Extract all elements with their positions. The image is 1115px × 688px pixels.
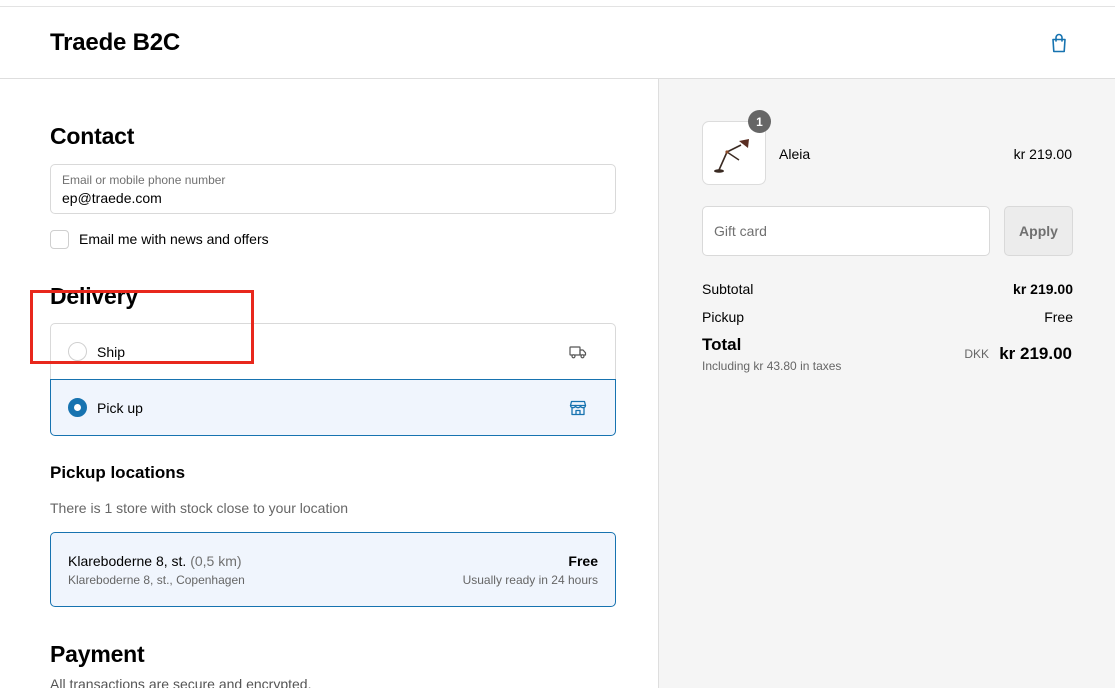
subtotal-label: Subtotal <box>702 281 754 297</box>
total-currency: DKK <box>964 347 989 361</box>
checkout-main: Contact Email or mobile phone number ep@… <box>0 79 658 688</box>
delivery-title: Delivery <box>50 283 138 309</box>
pickup-location-card[interactable]: Klareboderne 8, st. (0,5 km) Klarebodern… <box>50 532 616 607</box>
ship-label: Ship <box>97 343 126 360</box>
delivery-option-pickup[interactable]: Pick up <box>50 379 616 436</box>
gift-card-input[interactable] <box>702 206 990 256</box>
total-label: Total <box>702 335 742 354</box>
pickup-locations-note: There is 1 store with stock close to you… <box>50 500 349 516</box>
delivery-option-ship[interactable]: Ship <box>50 323 616 379</box>
location-name: Klareboderne 8, st. (0,5 km) <box>68 553 242 569</box>
delivery-method-group: Ship Pick up <box>50 323 616 436</box>
pickup-cost-value: Free <box>1044 309 1073 325</box>
pickup-locations-title: Pickup locations <box>50 463 186 482</box>
ship-radio[interactable] <box>68 342 87 361</box>
subtotal-value: kr 219.00 <box>1013 281 1073 297</box>
contact-title: Contact <box>50 123 135 149</box>
truck-icon <box>569 343 587 361</box>
pickup-label: Pick up <box>97 399 143 416</box>
email-field[interactable]: Email or mobile phone number ep@traede.c… <box>50 164 616 214</box>
product-price: kr 219.00 <box>1013 146 1072 162</box>
pickup-cost-label: Pickup <box>702 309 745 325</box>
apply-button[interactable]: Apply <box>1004 206 1073 256</box>
location-ready-time: Usually ready in 24 hours <box>462 573 598 587</box>
newsletter-checkbox[interactable] <box>50 229 69 249</box>
location-address: Klareboderne 8, st., Copenhagen <box>68 573 245 587</box>
checkout-header: Traede B2C <box>0 7 1115 79</box>
tax-note: Including kr 43.80 in taxes <box>702 359 842 373</box>
quantity-badge: 1 <box>748 110 771 133</box>
order-summary: 1 Aleia kr 219.00 Apply Subtotal kr 219.… <box>658 79 1115 688</box>
email-field-label: Email or mobile phone number <box>62 173 226 187</box>
newsletter-label: Email me with news and offers <box>79 231 269 247</box>
newsletter-option[interactable]: Email me with news and offers <box>50 229 269 249</box>
pickup-radio[interactable] <box>68 398 87 417</box>
location-name-text: Klareboderne 8, st. <box>68 553 187 569</box>
total-value: kr 219.00 <box>999 344 1072 363</box>
payment-title: Payment <box>50 641 145 667</box>
product-name: Aleia <box>779 146 811 162</box>
store-name[interactable]: Traede B2C <box>50 29 180 57</box>
store-icon <box>569 399 587 417</box>
shopping-bag-icon[interactable] <box>1047 31 1071 55</box>
location-distance: (0,5 km) <box>190 553 242 569</box>
location-price: Free <box>568 553 598 569</box>
email-field-value[interactable]: ep@traede.com <box>62 190 162 206</box>
payment-note: All transactions are secure and encrypte… <box>50 676 312 688</box>
